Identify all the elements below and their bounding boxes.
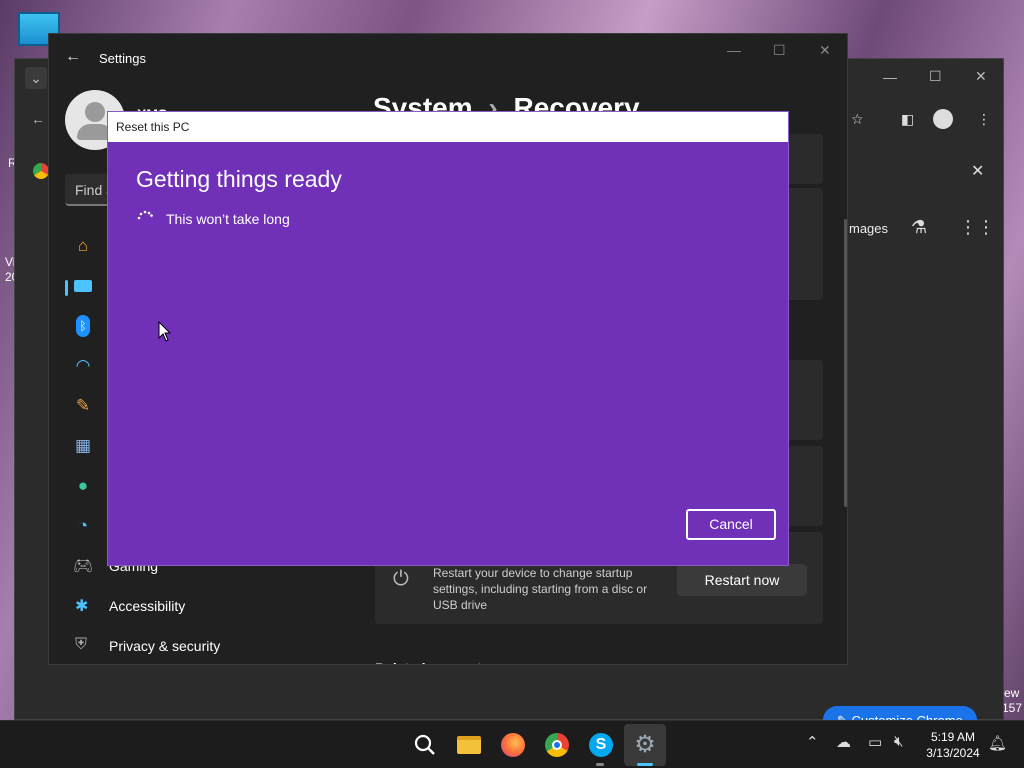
chrome-maximize-icon[interactable]: ☐ xyxy=(929,68,942,85)
back-arrow-icon[interactable]: ← xyxy=(31,111,45,127)
dialog-titlebar: Reset this PC xyxy=(108,112,788,142)
clock-date: 3/13/2024 xyxy=(926,746,980,760)
desktop-partial-text: ew xyxy=(1004,686,1020,700)
clock-time: 5:19 AM xyxy=(930,730,976,744)
selected-indicator xyxy=(65,280,68,296)
skype-icon[interactable]: S xyxy=(587,731,615,759)
active-indicator xyxy=(637,763,653,766)
minimize-icon[interactable]: — xyxy=(727,42,741,58)
running-indicator xyxy=(596,763,604,766)
avatar-head-icon xyxy=(85,102,105,122)
nav-item-label: Privacy & security xyxy=(109,638,221,654)
file-explorer-icon[interactable] xyxy=(455,731,483,759)
advanced-startup-description: Restart your device to change startup se… xyxy=(433,566,648,612)
apps-icon[interactable]: ▦ xyxy=(71,434,95,458)
volume-muted-icon[interactable]: 🔇︎ xyxy=(894,733,903,750)
bookmark-star-icon[interactable]: ☆ xyxy=(851,111,864,128)
bluetooth-icon[interactable]: ᛒ xyxy=(71,314,95,338)
onedrive-cloud-icon[interactable]: ☁ xyxy=(836,733,851,751)
gamepad-icon: 🎮︎ xyxy=(73,558,94,575)
settings-app-title: Settings xyxy=(99,51,146,66)
network-icon[interactable]: ▭ xyxy=(868,733,882,751)
images-link[interactable]: mages xyxy=(849,221,888,236)
chrome-icon[interactable] xyxy=(543,731,571,759)
desktop-partial-text: 157 xyxy=(1002,701,1023,715)
settings-gear-icon[interactable]: ⚙ xyxy=(631,731,659,759)
accounts-person-icon[interactable]: ● xyxy=(71,474,95,498)
system-display-icon[interactable] xyxy=(71,274,95,298)
taskbar-clock[interactable]: 5:19 AM 3/13/2024 xyxy=(918,729,988,761)
notification-bell-icon[interactable]: 🔔︎ xyxy=(988,734,1007,752)
home-icon[interactable]: ⌂ xyxy=(71,234,95,258)
chrome-close-icon[interactable]: ✕ xyxy=(975,68,987,85)
time-language-globe-icon[interactable]: ◔ xyxy=(71,514,95,538)
tray-overflow-chevron-icon[interactable]: ⌃ xyxy=(806,733,819,751)
maximize-icon[interactable]: ☐ xyxy=(773,42,786,59)
restart-now-button[interactable]: Restart now xyxy=(677,564,807,596)
accessibility-person-icon: ✱ xyxy=(75,598,89,615)
shield-icon: ⛨ xyxy=(75,636,88,653)
settings-scrollbar[interactable] xyxy=(844,219,847,507)
close-banner-icon[interactable]: ✕ xyxy=(971,161,984,181)
apps-grid-icon[interactable]: ⋮⋮ xyxy=(959,217,995,238)
network-wifi-icon[interactable]: ◠ xyxy=(71,354,95,378)
close-icon[interactable]: ✕ xyxy=(819,42,831,59)
mouse-cursor-icon xyxy=(158,321,172,342)
chrome-minimize-icon[interactable]: — xyxy=(883,69,897,85)
firefox-icon[interactable] xyxy=(499,731,527,759)
side-panel-icon[interactable]: ◧ xyxy=(901,111,914,128)
dialog-subtext: This won’t take long xyxy=(166,211,290,227)
personalization-brush-icon[interactable]: ✎ xyxy=(71,394,95,418)
labs-flask-icon[interactable]: ⚗ xyxy=(911,217,927,238)
tab-search-chevron-icon[interactable]: ⌄ xyxy=(25,67,47,89)
dialog-heading: Getting things ready xyxy=(136,166,342,192)
power-restart-icon: ⏻ xyxy=(393,568,409,590)
back-arrow-icon[interactable]: ← xyxy=(65,48,81,66)
loading-spinner-icon xyxy=(137,210,153,220)
reset-pc-dialog: Reset this PC Getting things ready This … xyxy=(107,111,789,566)
related-support-heading: Related support xyxy=(375,660,482,664)
nav-item-label: Accessibility xyxy=(109,598,186,614)
taskbar: S ⚙ ⌃ ☁ ▭ 🔇︎ 5:19 AM 3/13/2024 🔔︎ xyxy=(0,720,1024,768)
chrome-logo-icon xyxy=(33,163,49,179)
profile-avatar-icon[interactable] xyxy=(933,109,953,129)
search-icon[interactable] xyxy=(411,731,439,759)
cancel-button[interactable]: Cancel xyxy=(686,509,776,540)
chrome-menu-icon[interactable]: ⋮ xyxy=(977,111,991,128)
